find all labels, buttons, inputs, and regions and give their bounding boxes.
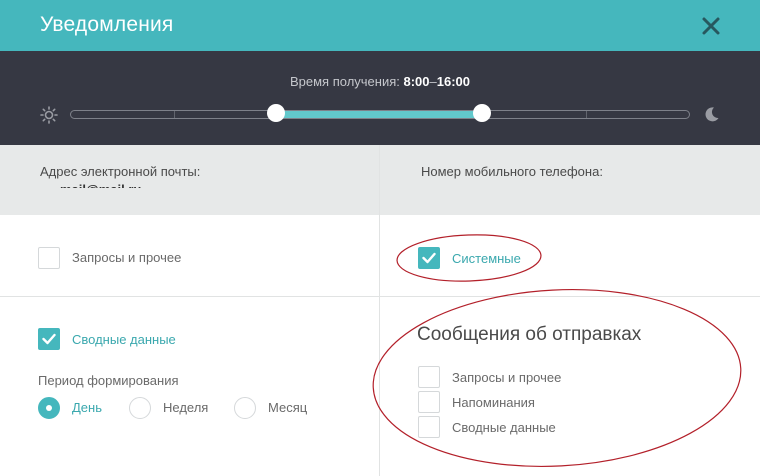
dialog-title: Уведомления [40,13,174,36]
time-end: 16:00 [436,74,471,89]
shipment-reminders-label[interactable]: Напоминания [452,395,535,410]
phone-label: Номер мобильного телефона: [421,164,603,179]
shipment-reminders-checkbox[interactable] [418,391,440,413]
time-start-handle[interactable] [267,104,285,122]
slider-tick [586,111,587,118]
time-range-caption: Время получения: [289,74,400,89]
period-week-label[interactable]: Неделя [163,400,208,415]
shipments-section-title: Сообщения об отправках [417,324,642,345]
period-month-label[interactable]: Месяц [268,400,307,415]
period-day-radio[interactable] [38,397,60,419]
requests-checkbox[interactable] [38,247,60,269]
row-divider [0,296,760,297]
system-checkbox[interactable] [418,247,440,269]
period-day-label[interactable]: День [72,400,102,415]
moon-icon [705,107,719,122]
time-range-panel: Время получения: 8:00–16:00 [0,51,760,145]
period-month-radio[interactable] [234,397,256,419]
shipment-requests-checkbox[interactable] [418,366,440,388]
period-week-radio[interactable] [129,397,151,419]
email-label: Адрес электронной почты: [40,164,201,179]
time-separator: – [429,74,437,89]
time-start: 8:00 [403,74,430,89]
time-range-label: Время получения: 8:00–16:00 [0,74,760,89]
period-label: Период формирования [38,373,179,388]
system-label[interactable]: Системные [452,251,521,266]
close-x-icon [702,17,720,35]
requests-label[interactable]: Запросы и прочее [72,250,181,265]
summary-label[interactable]: Сводные данные [72,332,176,347]
shipment-summary-label[interactable]: Сводные данные [452,420,556,435]
close-button[interactable] [699,14,723,38]
slider-tick [174,111,175,118]
summary-checkbox[interactable] [38,328,60,350]
time-end-handle[interactable] [473,104,491,122]
time-range-slider-track[interactable] [70,110,690,119]
contact-info-bar: Адрес электронной почты: mail@mail.ru Но… [0,145,760,215]
shipment-requests-label[interactable]: Запросы и прочее [452,370,561,385]
sun-icon [40,106,58,124]
email-value: mail@mail.ru [60,183,141,188]
time-range-fill [277,111,483,118]
checkmark-icon [42,333,56,345]
dialog-header: Уведомления [0,0,760,51]
checkmark-icon [422,252,436,264]
column-divider [379,145,380,476]
shipment-summary-checkbox[interactable] [418,416,440,438]
